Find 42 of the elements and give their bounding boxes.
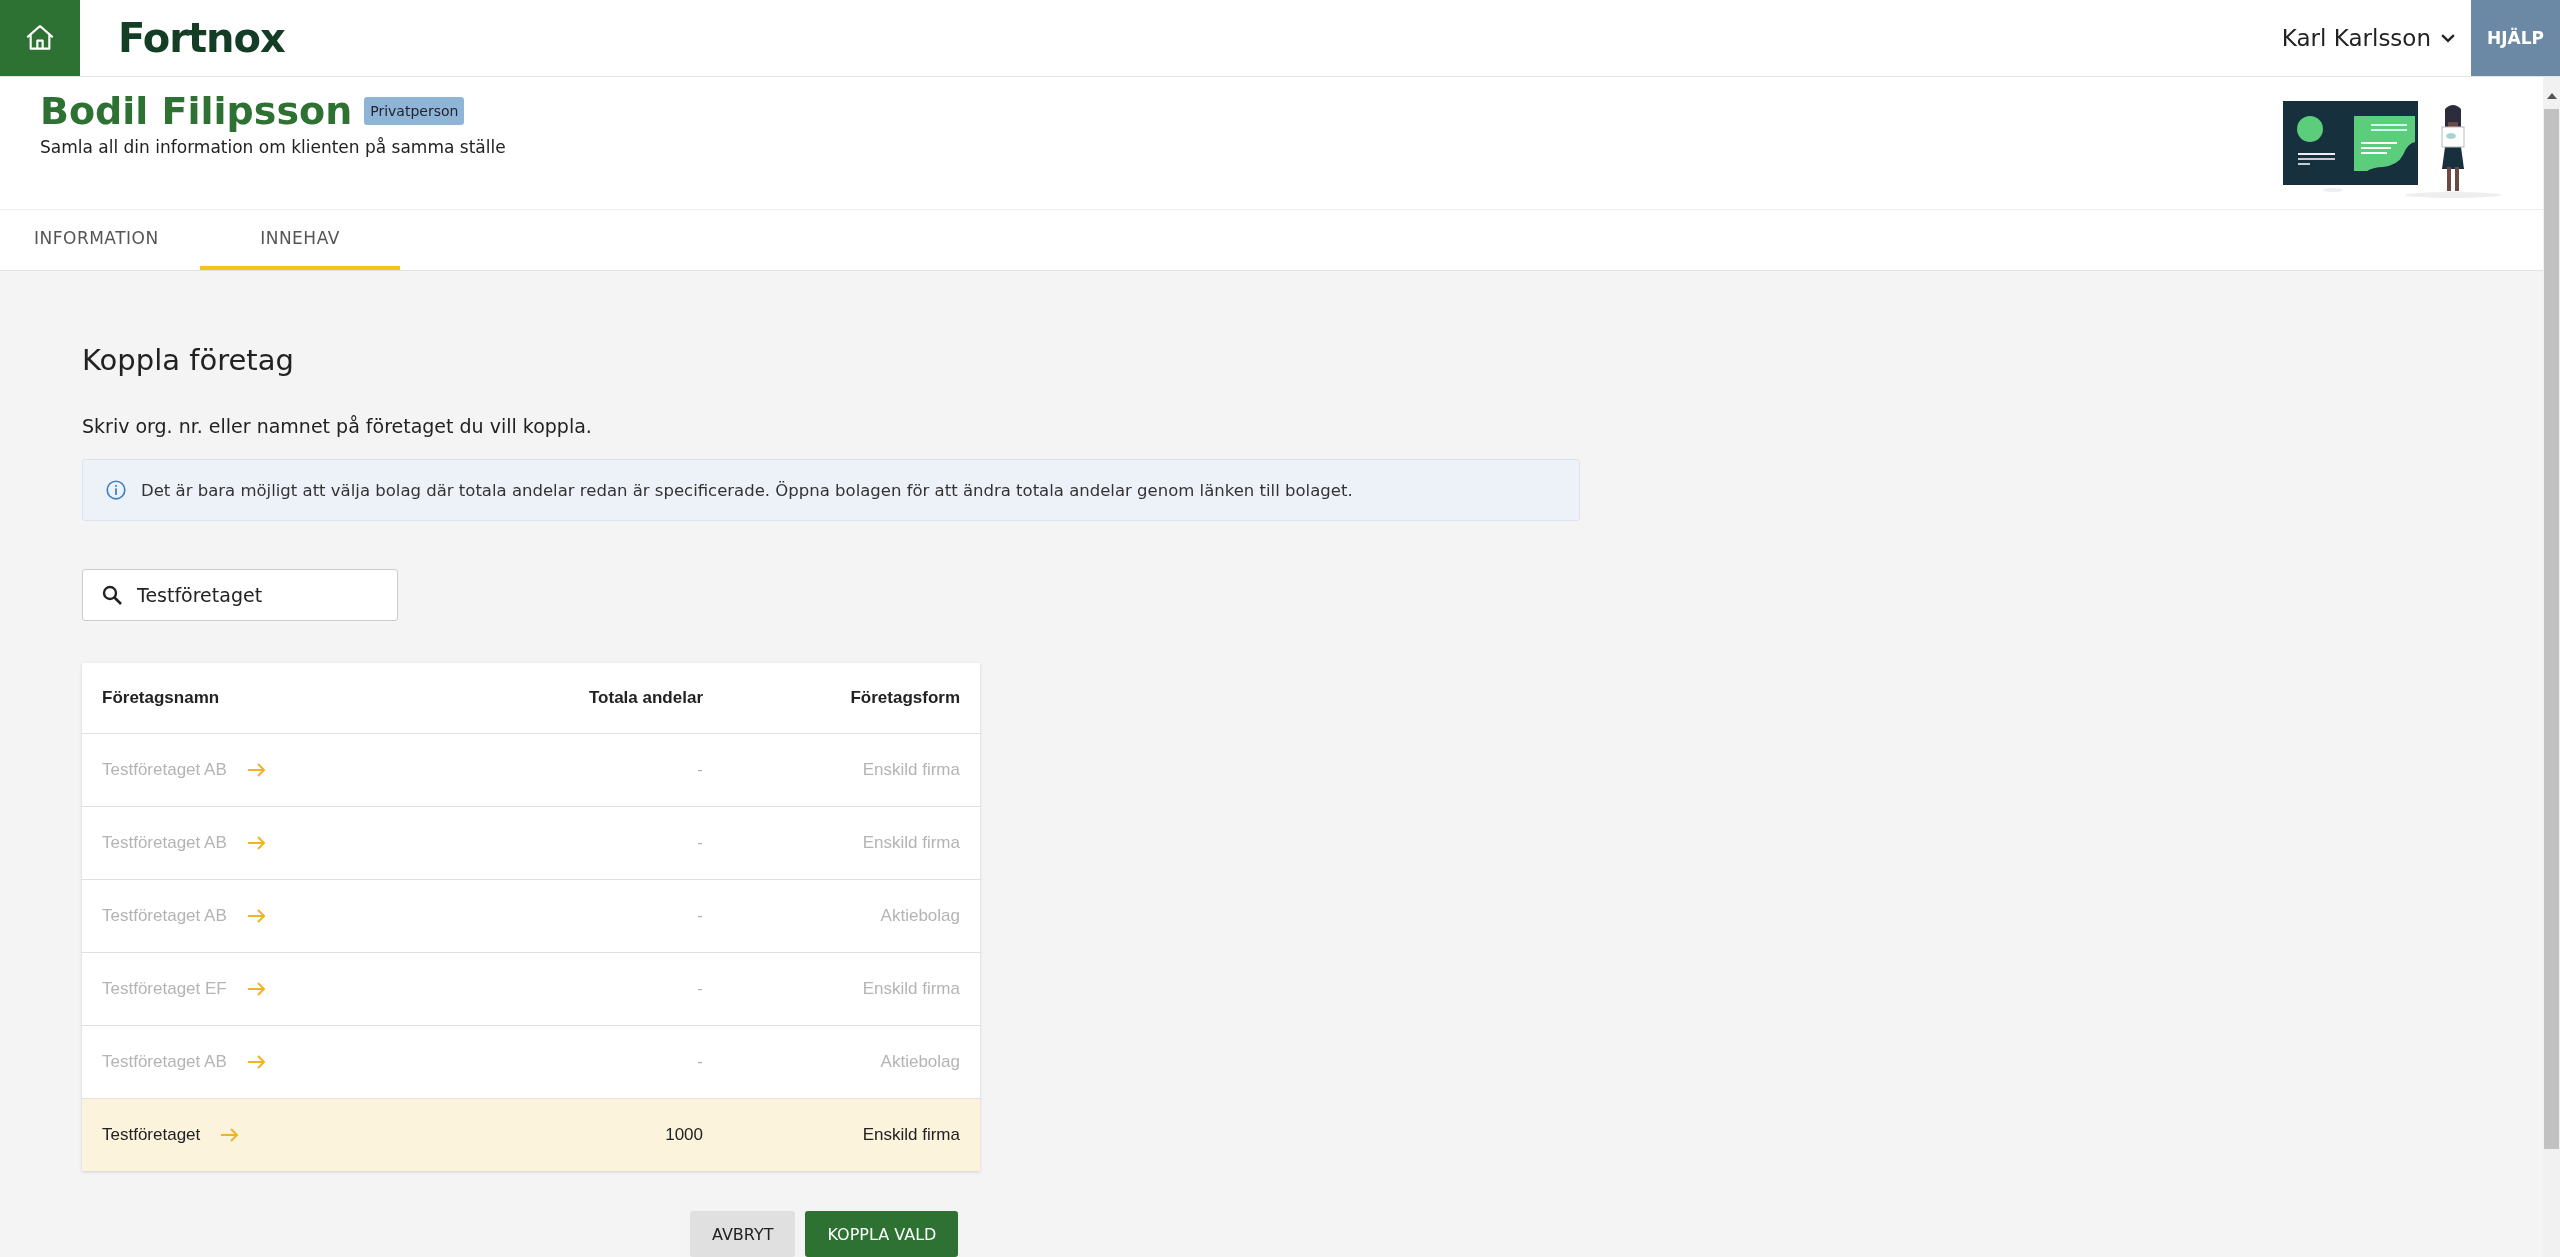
table-cell-text: - <box>696 906 703 926</box>
instruction-text: Skriv org. nr. eller namnet på företaget du vill koppla. <box>82 415 592 437</box>
logo[interactable]: Fortnox <box>118 15 285 61</box>
table-cell-text: - <box>696 979 703 999</box>
column-header[interactable]: Totala andelar <box>443 688 703 708</box>
chevron-down-icon <box>2441 33 2455 43</box>
home-button[interactable] <box>0 0 80 76</box>
company-name: Testföretaget AB <box>102 833 227 853</box>
table-cell-text: Aktiebolag <box>879 906 960 926</box>
table-cell-text: - <box>696 1052 703 1072</box>
column-header[interactable]: Företagsform <box>703 688 960 708</box>
table-cell-text: Enskild firma <box>861 979 960 999</box>
arrow-right-icon[interactable] <box>220 1127 241 1143</box>
tab[interactable]: INFORMATION <box>0 210 200 270</box>
table-cell-text: Enskild firma <box>861 760 960 780</box>
section-title: Koppla företag <box>82 343 294 377</box>
scrollbar-thumb[interactable] <box>2544 109 2559 1149</box>
table-cell-text: Enskild firma <box>861 833 960 853</box>
help-button[interactable]: HJÄLP <box>2471 0 2560 76</box>
table-cell-text: - <box>696 760 703 780</box>
table-cell-text: 1000 <box>664 1125 703 1145</box>
scroll-up-icon <box>2546 93 2557 99</box>
company-name: Testföretaget <box>102 1125 201 1145</box>
client-type-badge: Privatperson <box>364 97 465 125</box>
client-name: Bodil Filipsson <box>40 89 353 133</box>
connect-button[interactable]: KOPPLA VALD <box>805 1211 959 1257</box>
company-name: Testföretaget AB <box>102 1052 227 1072</box>
table-cell-text: Aktiebolag <box>879 1052 960 1072</box>
user-menu[interactable]: Karl Karlsson <box>2281 0 2471 76</box>
company-name: Testföretaget EF <box>102 979 227 999</box>
info-icon <box>105 479 127 501</box>
table-cell-text: - <box>696 833 703 853</box>
table-row[interactable]: Testföretaget 1000 Enskild firma <box>82 1098 980 1171</box>
scrollbar[interactable] <box>2543 77 2560 1257</box>
search-field[interactable]: Testföretaget <box>82 569 398 621</box>
table-cell-text: Enskild firma <box>861 1125 960 1145</box>
subtitle: Samla all din information om klienten på samma ställe <box>40 137 506 157</box>
info-text: Det är bara möjligt att välja bolag där totala andelar redan är specificerade. Öppna bolagen för att ändra totala andelar genom länken till bolaget. <box>141 480 1353 500</box>
column-header[interactable]: Företagsnamn <box>102 688 443 708</box>
cancel-button[interactable]: AVBRYT <box>690 1211 796 1257</box>
company-name: Testföretaget AB <box>102 760 227 780</box>
company-name: Testföretaget AB <box>102 906 227 926</box>
